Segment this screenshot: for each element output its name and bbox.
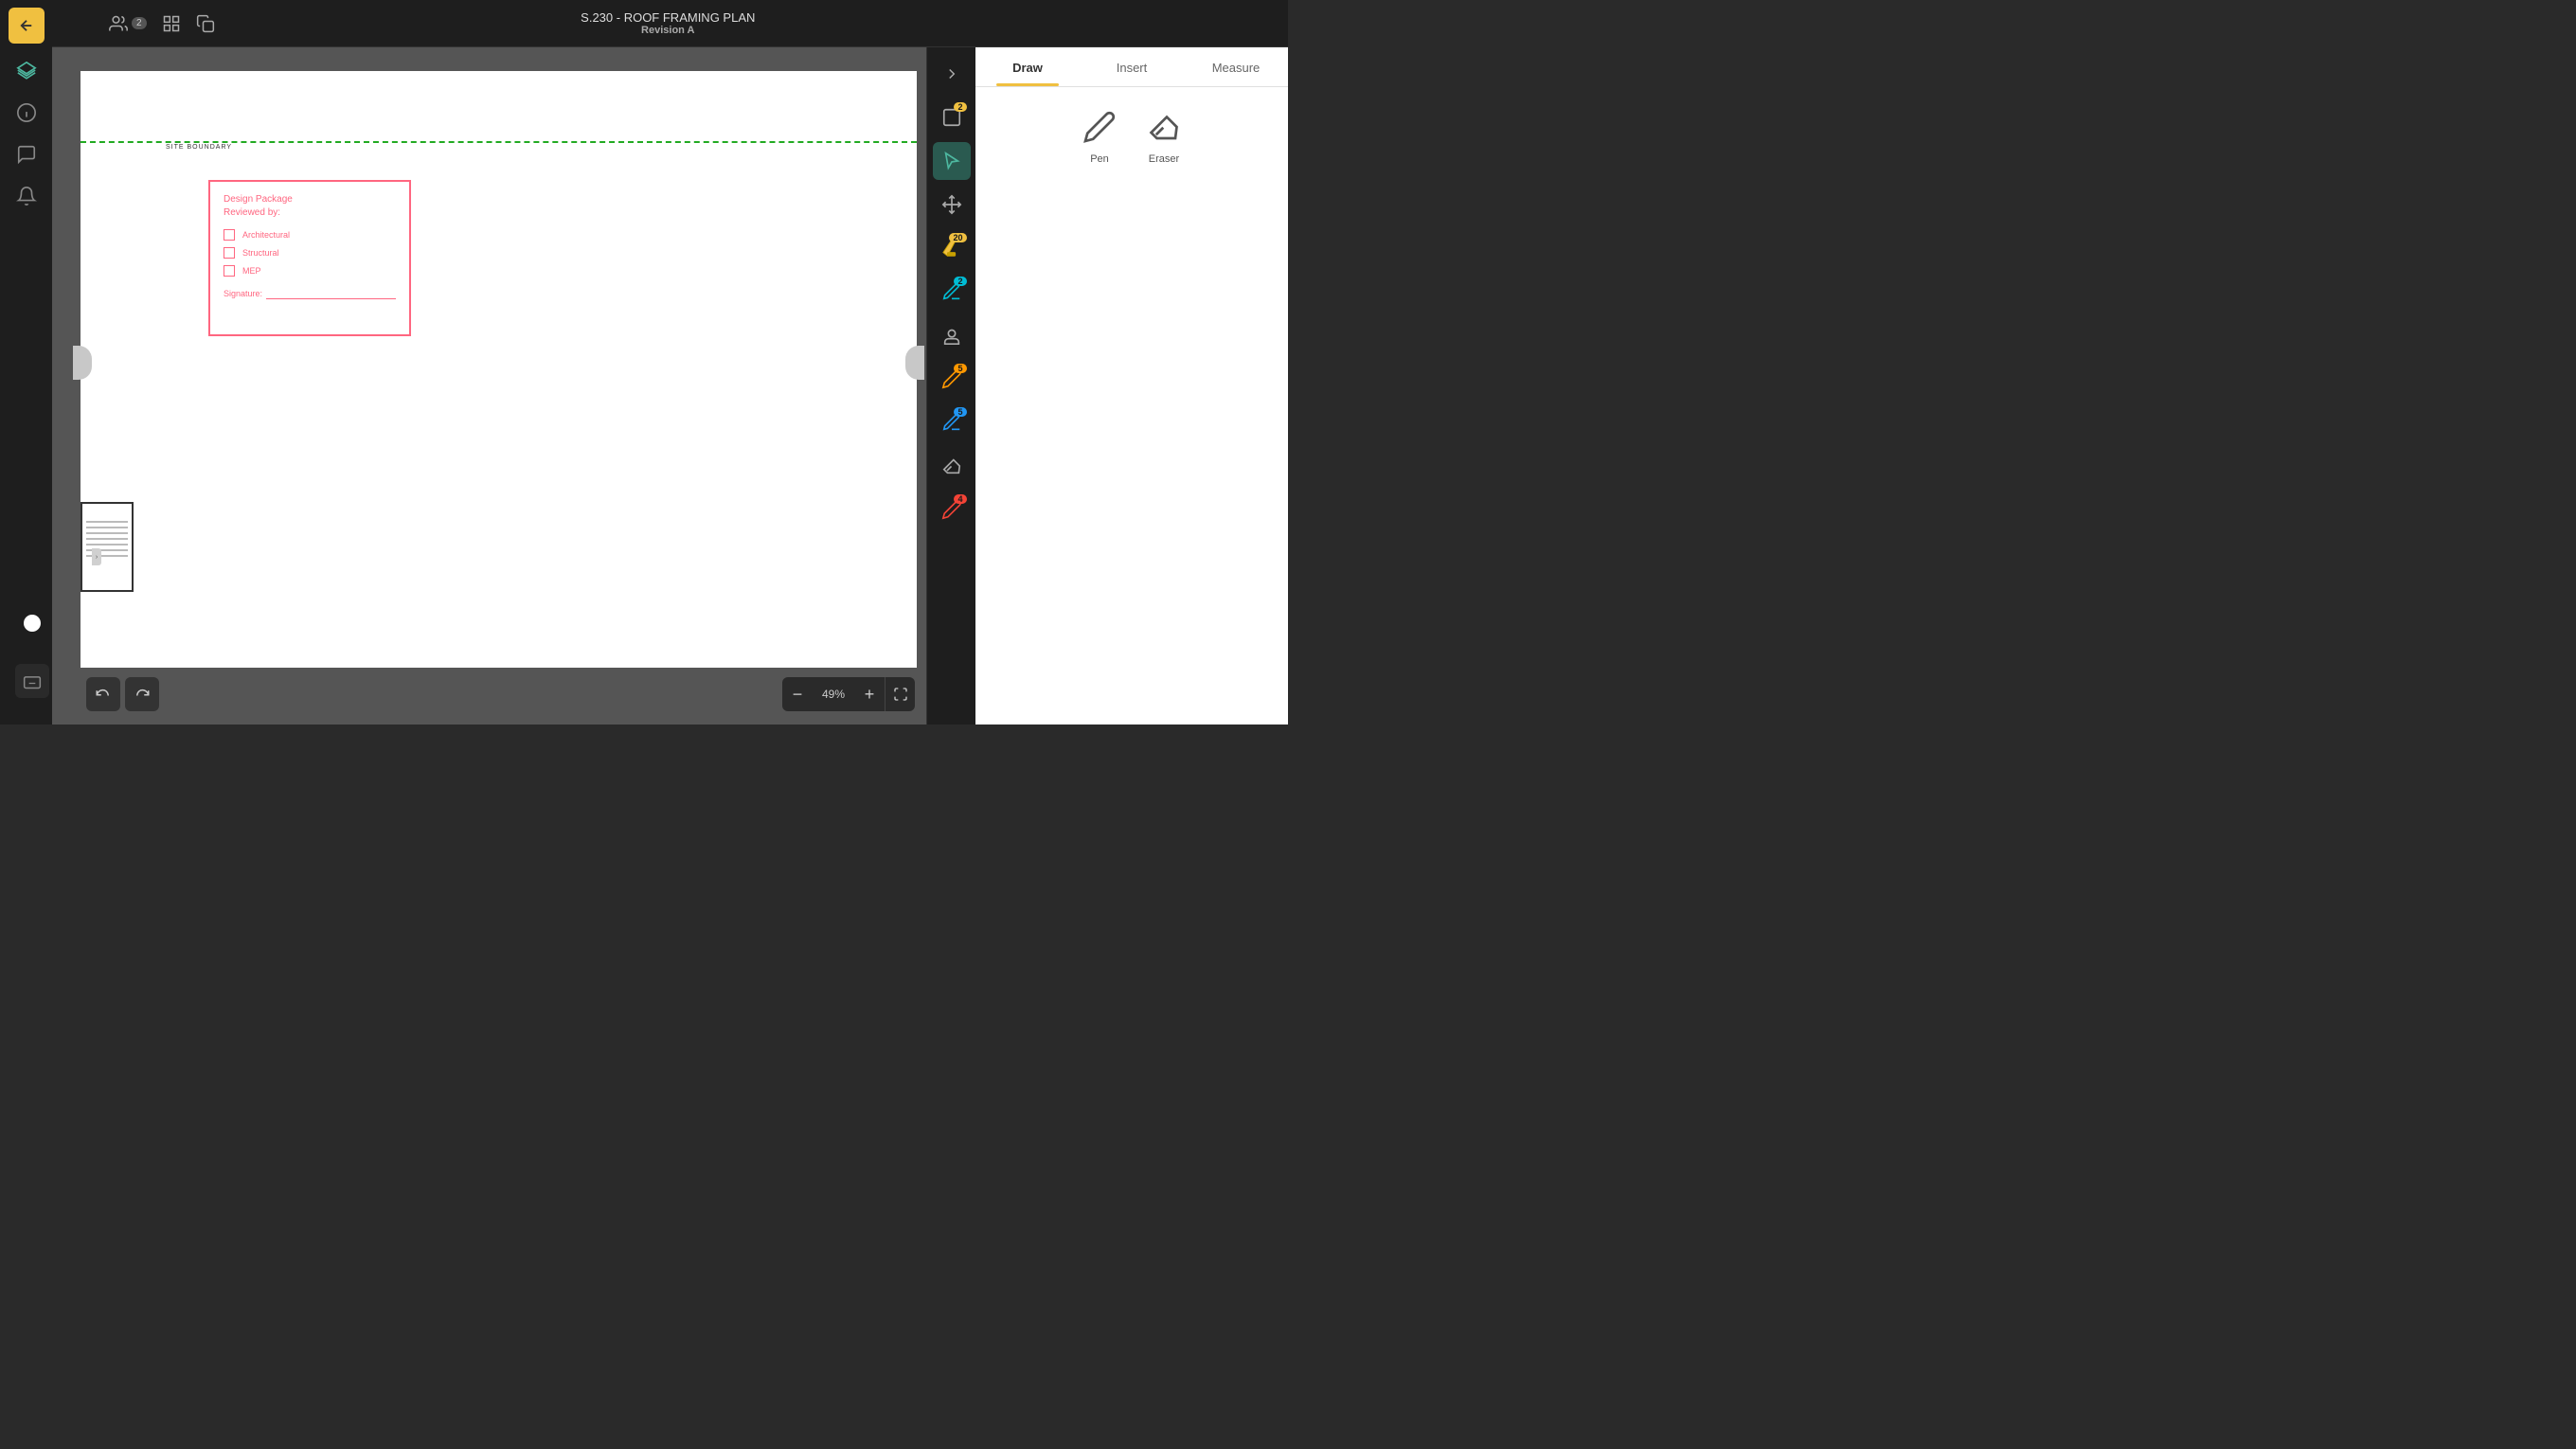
- cyan-pen-badge: 2: [954, 277, 966, 286]
- site-boundary-label: SITE BOUNDARY: [166, 144, 232, 151]
- yellow-marker-badge: 20: [949, 233, 966, 242]
- stamp-tool-button[interactable]: [933, 316, 971, 354]
- fullscreen-button[interactable]: [885, 677, 915, 711]
- checkbox-structural-box[interactable]: [224, 247, 235, 259]
- tab-insert[interactable]: Insert: [1080, 47, 1184, 86]
- redo-button[interactable]: [125, 677, 159, 711]
- cursor-tool-button[interactable]: [933, 142, 971, 180]
- left-sidebar: [0, 0, 52, 724]
- nav-layers-icon[interactable]: [9, 53, 45, 89]
- nav-bell-icon[interactable]: [9, 178, 45, 214]
- zoom-controls: − 49% +: [782, 677, 915, 711]
- tab-measure[interactable]: Measure: [1184, 47, 1288, 86]
- nav-chat-icon[interactable]: [9, 136, 45, 172]
- signature-row: Signature:: [224, 288, 396, 299]
- eraser-tool-icon: [1143, 106, 1185, 148]
- checkbox-mep[interactable]: MEP: [224, 265, 396, 277]
- orange-pencil-button[interactable]: 5: [933, 360, 971, 398]
- zoom-out-button[interactable]: −: [782, 677, 813, 711]
- blue-marker-button[interactable]: 5: [933, 403, 971, 441]
- top-bar: 2 S.230 - ROOF FRAMING PLAN Revision A: [52, 0, 1288, 47]
- signature-label: Signature:: [224, 289, 262, 298]
- pen-tool-icon: [1079, 106, 1120, 148]
- document-title: S.230 - ROOF FRAMING PLAN: [581, 10, 755, 25]
- app-logo: [67, 9, 98, 39]
- document-title-area: S.230 - ROOF FRAMING PLAN Revision A: [581, 10, 755, 36]
- right-panel-body: Pen Eraser: [975, 87, 1288, 724]
- design-package-box: Design Package Reviewed by: Architectura…: [208, 180, 411, 336]
- thumbnail-line: [86, 532, 128, 534]
- yellow-marker-button[interactable]: 20: [933, 229, 971, 267]
- review-count-icon[interactable]: 2: [109, 14, 147, 33]
- orange-pencil-badge: 5: [954, 364, 966, 373]
- signature-line[interactable]: [266, 288, 396, 299]
- thumbnail-line: [86, 521, 128, 523]
- review-badge: 2: [132, 17, 147, 29]
- zoom-value: 49%: [813, 688, 854, 701]
- grid-icon[interactable]: [162, 14, 181, 33]
- thumbnail-line: [86, 538, 128, 540]
- expand-panel-left[interactable]: ›: [92, 548, 101, 565]
- move-tool-button[interactable]: [933, 186, 971, 224]
- keyboard-icon[interactable]: [15, 664, 49, 698]
- right-panel: Draw Insert Measure Pen: [975, 47, 1288, 724]
- label-mep: MEP: [242, 266, 261, 276]
- right-panel-tabs: Draw Insert Measure: [975, 47, 1288, 87]
- page-handle-left[interactable]: [73, 346, 92, 380]
- cyan-pen-button[interactable]: 2: [933, 273, 971, 311]
- thumbnail-line: [86, 544, 128, 546]
- tab-draw[interactable]: Draw: [975, 47, 1080, 86]
- user-avatar: [24, 615, 41, 632]
- thumbnail-panel: [80, 502, 134, 592]
- undo-button[interactable]: [86, 677, 120, 711]
- top-bar-icons: 2: [109, 14, 215, 33]
- label-architectural: Architectural: [242, 230, 290, 240]
- checkbox-mep-box[interactable]: [224, 265, 235, 277]
- collapse-panel-arrow[interactable]: [933, 55, 971, 93]
- right-toolbar-strip: 2 20 2: [926, 47, 975, 724]
- canvas-wrapper: SITE BOUNDARY Design Package Reviewed by…: [52, 47, 1288, 724]
- top-bar-left: 2: [67, 9, 215, 39]
- document-revision: Revision A: [581, 25, 755, 36]
- checkbox-architectural-box[interactable]: [224, 229, 235, 241]
- thumbnail-line: [86, 527, 128, 528]
- main-area: 2 S.230 - ROOF FRAMING PLAN Revision A: [52, 0, 1288, 724]
- red-pen-badge: 4: [954, 494, 966, 504]
- site-boundary-line: [80, 141, 917, 143]
- design-package-title: Design Package Reviewed by:: [224, 193, 396, 220]
- draw-tools-group: Pen Eraser: [1079, 106, 1185, 165]
- eraser-tool-item[interactable]: Eraser: [1143, 106, 1185, 165]
- blue-marker-badge: 5: [954, 407, 966, 417]
- eraser-tool-button[interactable]: [933, 447, 971, 485]
- back-button[interactable]: [9, 8, 45, 44]
- select-tool-badge: 2: [954, 102, 966, 112]
- page-content: SITE BOUNDARY Design Package Reviewed by…: [80, 71, 917, 668]
- checkbox-structural[interactable]: Structural: [224, 247, 396, 259]
- nav-info-icon[interactable]: [9, 95, 45, 131]
- drawing-canvas[interactable]: SITE BOUNDARY Design Package Reviewed by…: [52, 47, 926, 724]
- zoom-in-button[interactable]: +: [854, 677, 885, 711]
- label-structural: Structural: [242, 248, 279, 258]
- select-tool-button[interactable]: 2: [933, 98, 971, 136]
- red-pen-button[interactable]: 4: [933, 491, 971, 528]
- pen-tool-label: Pen: [1090, 153, 1109, 165]
- page-handle-right[interactable]: [905, 346, 924, 380]
- pen-tool-item[interactable]: Pen: [1079, 106, 1120, 165]
- copy-icon[interactable]: [196, 14, 215, 33]
- bottom-toolbar: [86, 677, 159, 711]
- eraser-tool-label: Eraser: [1149, 153, 1179, 165]
- checkbox-architectural[interactable]: Architectural: [224, 229, 396, 241]
